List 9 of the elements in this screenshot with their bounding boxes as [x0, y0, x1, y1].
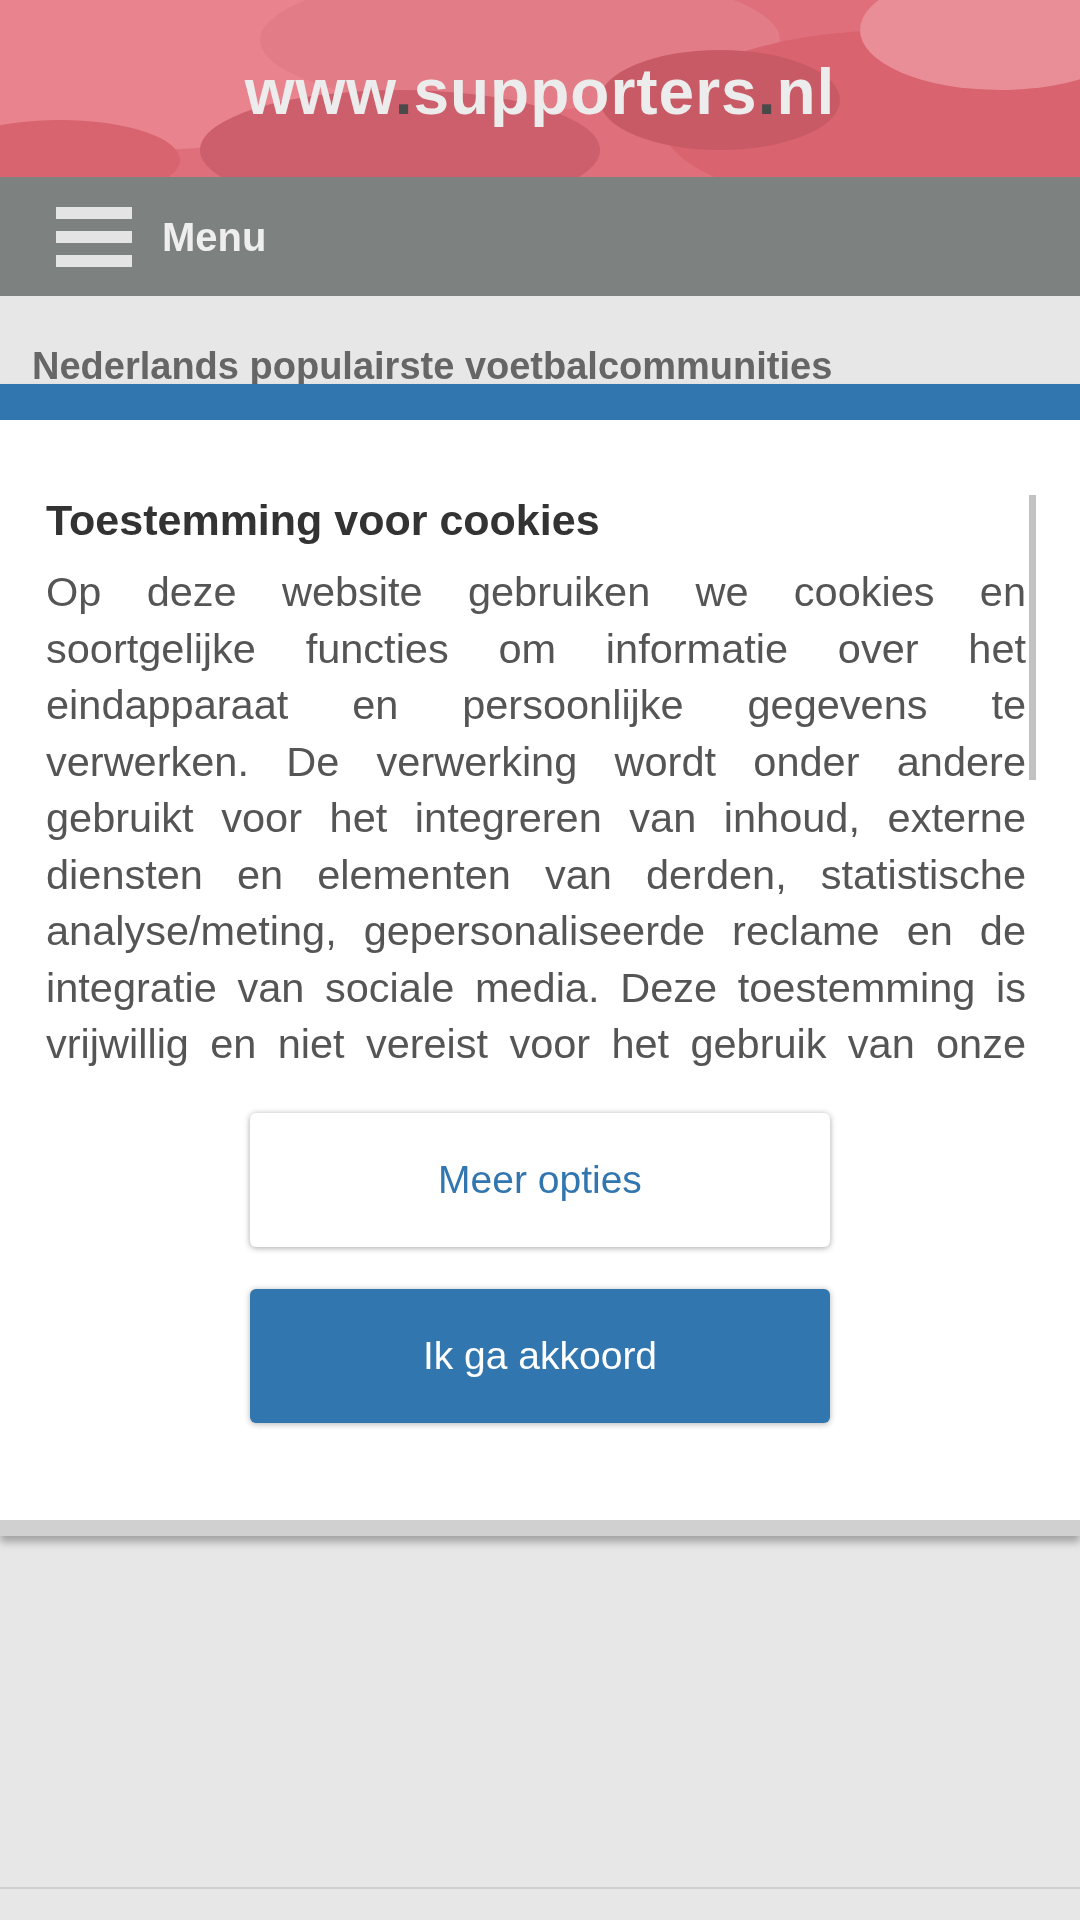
dialog-title: Toestemming voor cookies — [46, 495, 601, 546]
dialog-text: Op deze website gebruiken we cookies en soortgelijke functies om informatie over het eindapparaat en persoonlijke gegevens te verwerken. De verwerking wordt onder andere gebruikt voor het integreren van inhoud, externe diensten en elementen van derden, statistische analyse/meting, gepersonaliseerde reclame en de integratie van sociale media. Deze toestemming is vrijwillig en niet vereist voor het gebruik van onze — [46, 567, 1026, 1069]
accept-button[interactable]: Ik ga akkoord — [250, 1289, 830, 1423]
menu-icon — [56, 206, 132, 267]
site-logo[interactable]: www.supporters.nl — [244, 43, 836, 140]
scrollbar[interactable] — [1029, 495, 1036, 780]
page-heading: Nederlands populairste voetbalcommunities — [32, 344, 833, 389]
menu-button[interactable]: Menu — [56, 206, 267, 267]
more-options-button[interactable]: Meer opties — [250, 1113, 830, 1247]
